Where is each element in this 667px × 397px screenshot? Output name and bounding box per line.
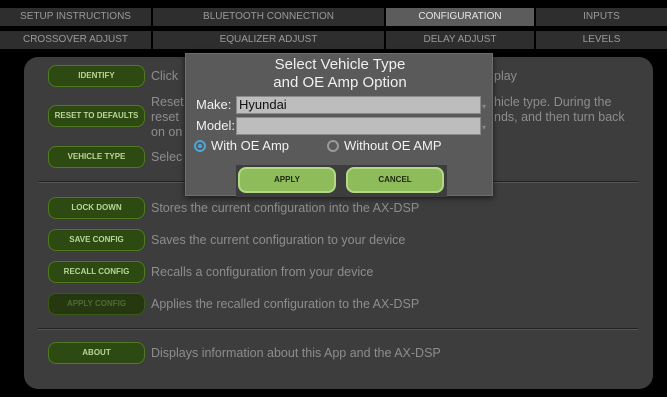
identify-desc: Click — [151, 69, 179, 83]
lock-down-button[interactable]: LOCK DOWN — [48, 197, 145, 219]
divider — [38, 328, 638, 330]
lock-down-desc: Stores the current configuration into th… — [151, 201, 420, 215]
vehicle-type-desc: Selec — [151, 150, 183, 164]
reset-row: RESET TO DEFAULTS — [48, 105, 145, 127]
radio-without-oe-amp-label: Without OE AMP — [344, 138, 442, 153]
vehicle-type-row: VEHICLE TYPE — [48, 146, 145, 168]
tab-bar-secondary: CROSSOVER ADJUST EQUALIZER ADJUST DELAY … — [0, 31, 667, 49]
tab-inputs[interactable]: INPUTS — [536, 8, 667, 26]
tab-equalizer-adjust[interactable]: EQUALIZER ADJUST — [153, 31, 386, 49]
vehicle-type-button[interactable]: VEHICLE TYPE — [48, 146, 145, 168]
make-dropdown-arrow-icon: ▾ — [482, 102, 487, 111]
cancel-button[interactable]: CANCEL — [346, 167, 444, 193]
model-label: Model: — [196, 118, 236, 133]
save-config-desc: Saves the current configuration to your … — [151, 233, 406, 247]
tab-levels[interactable]: LEVELS — [536, 31, 667, 49]
tab-crossover-adjust[interactable]: CROSSOVER ADJUST — [0, 31, 153, 49]
about-button[interactable]: ABOUT — [48, 342, 145, 364]
reset-desc-line2: reset — [151, 110, 179, 124]
about-desc: Displays information about this App and … — [151, 346, 441, 360]
apply-config-desc: Applies the recalled configuration to th… — [151, 297, 420, 311]
about-row: ABOUT — [48, 342, 145, 364]
radio-checked-icon — [194, 139, 206, 152]
apply-button[interactable]: APPLY — [238, 167, 336, 193]
tab-delay-adjust[interactable]: DELAY ADJUST — [386, 31, 536, 49]
tab-configuration[interactable]: CONFIGURATION — [386, 8, 536, 26]
vehicle-type-dialog: Select Vehicle Type and OE Amp Option Ma… — [185, 53, 493, 197]
radio-with-oe-amp-label: With OE Amp — [211, 138, 290, 153]
recall-config-button[interactable]: RECALL CONFIG — [48, 261, 145, 283]
tab-setup-instructions[interactable]: SETUP INSTRUCTIONS — [0, 8, 153, 26]
radio-with-oe-amp[interactable]: With OE Amp — [194, 138, 289, 153]
recall-config-desc: Recalls a configuration from your device — [151, 265, 374, 279]
apply-config-row: APPLY CONFIG — [48, 293, 145, 315]
dialog-title-line1: Select Vehicle Type — [274, 56, 406, 73]
reset-desc-tail-line1: hicle type. During the — [494, 95, 612, 109]
reset-desc-tail-line2: nds, and then turn back — [494, 110, 625, 124]
model-select[interactable] — [236, 117, 481, 135]
radio-unchecked-icon — [327, 139, 339, 152]
save-config-row: SAVE CONFIG — [48, 229, 145, 251]
lock-down-row: LOCK DOWN — [48, 197, 145, 219]
reset-desc-line1: Reset — [151, 95, 184, 109]
dialog-title-line2: and OE Amp Option — [273, 74, 407, 91]
make-label: Make: — [196, 97, 232, 112]
reset-desc-line3: on on — [151, 125, 183, 139]
save-config-button[interactable]: SAVE CONFIG — [48, 229, 145, 251]
identify-button[interactable]: IDENTIFY — [48, 65, 145, 87]
reset-to-defaults-button[interactable]: RESET TO DEFAULTS — [48, 105, 145, 127]
tab-bar-primary: SETUP INSTRUCTIONS BLUETOOTH CONNECTION … — [0, 8, 667, 26]
identify-row: IDENTIFY — [48, 65, 145, 87]
apply-config-button[interactable]: APPLY CONFIG — [48, 293, 145, 315]
recall-config-row: RECALL CONFIG — [48, 261, 145, 283]
identify-desc-tail: play — [494, 69, 517, 83]
radio-without-oe-amp[interactable]: Without OE AMP — [327, 138, 442, 153]
model-dropdown-arrow-icon: ▾ — [482, 123, 487, 132]
make-select[interactable]: Hyundai — [236, 96, 481, 114]
tab-bluetooth-connection[interactable]: BLUETOOTH CONNECTION — [153, 8, 386, 26]
